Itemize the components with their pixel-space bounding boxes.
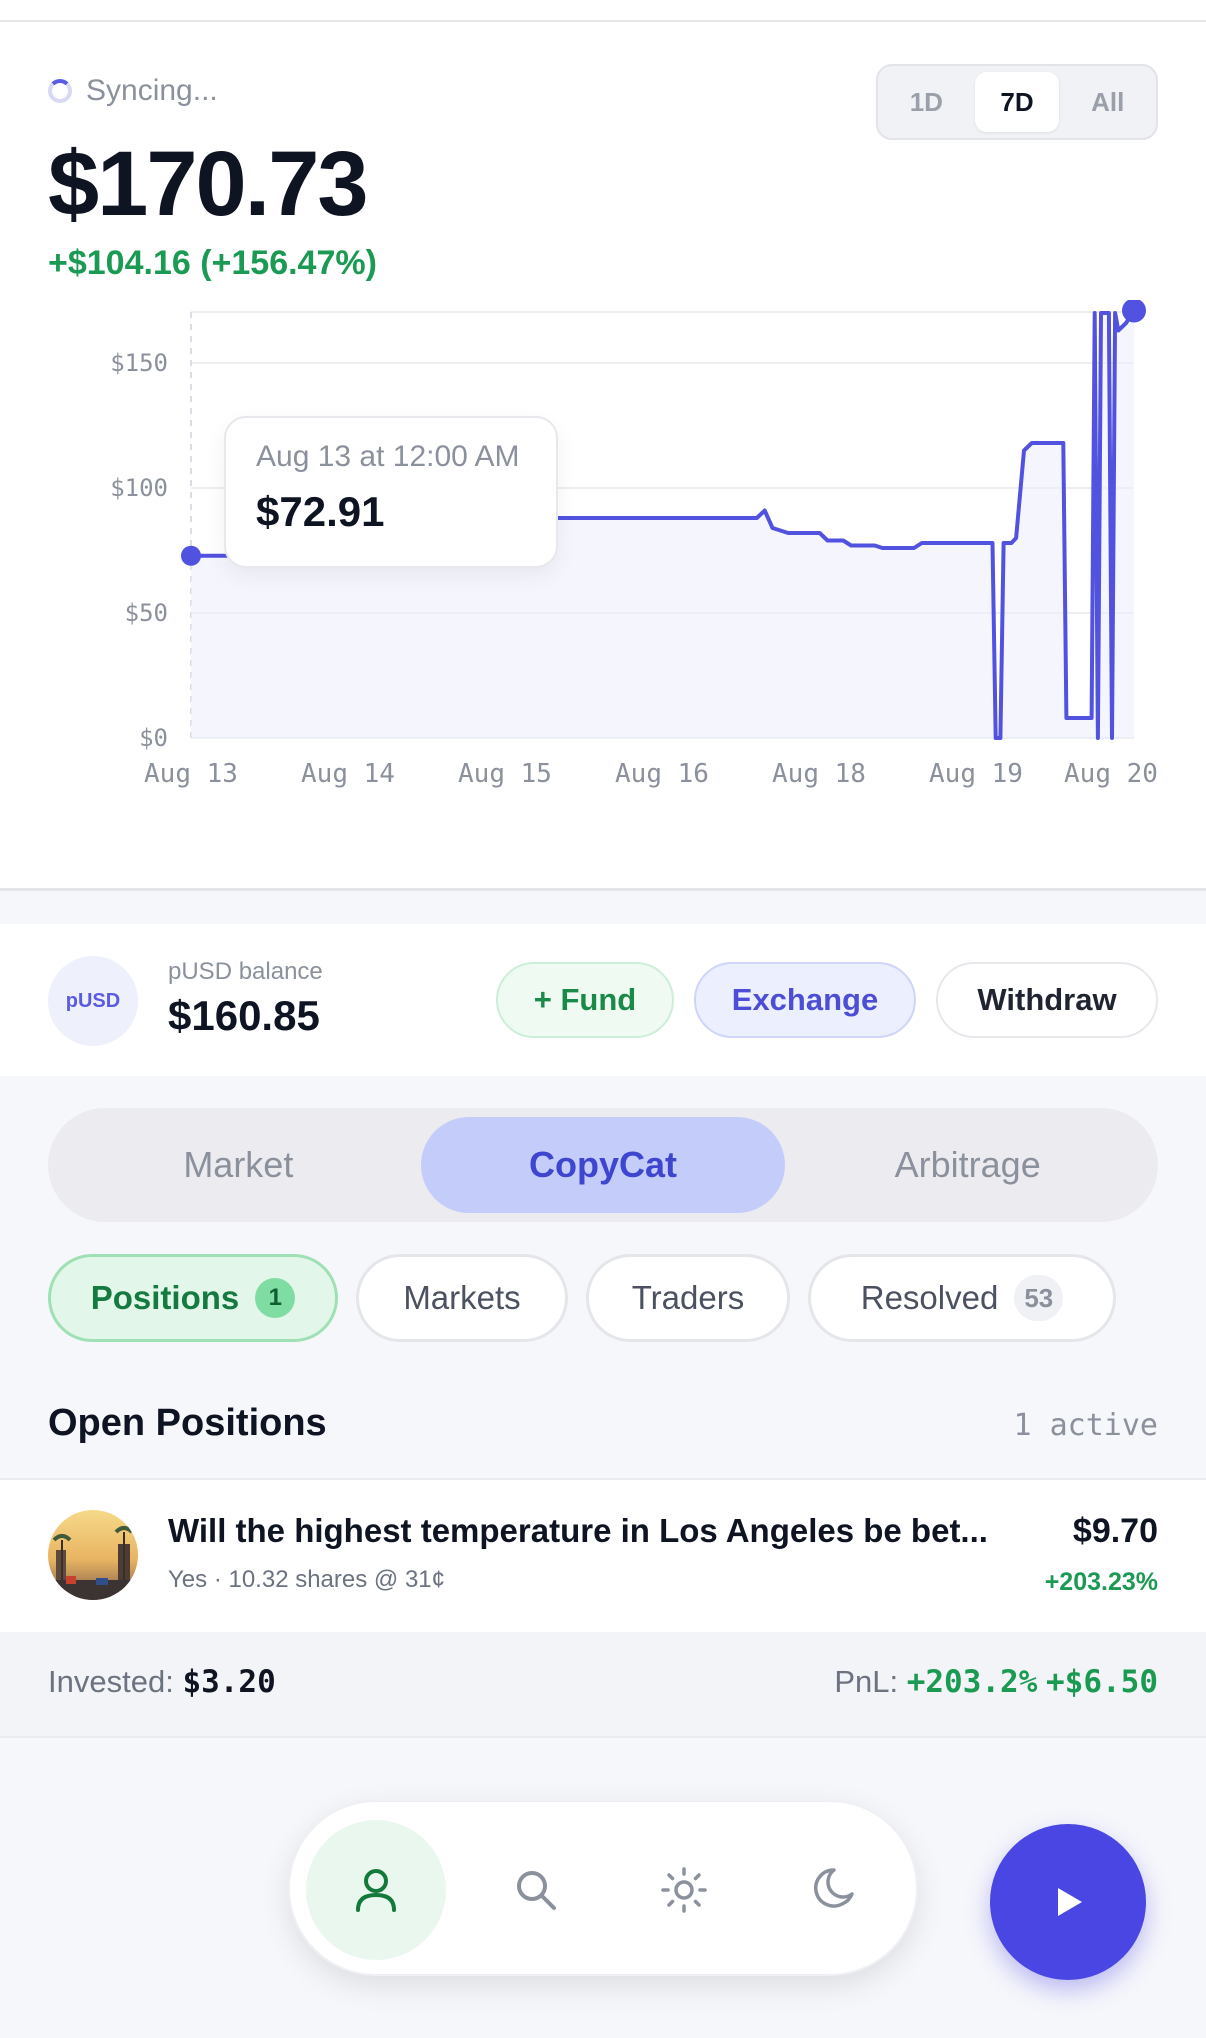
loading-spinner-icon <box>48 79 72 103</box>
portfolio-value: $170.73 <box>48 133 369 235</box>
x-tick-label: Aug 20 <box>1064 759 1158 789</box>
sync-status: Syncing... <box>48 74 218 108</box>
search-icon <box>517 1871 556 1910</box>
y-tick-label: $100 <box>110 474 168 502</box>
portfolio-chart[interactable]: $150$100$50$0 Aug 13 Aug 14 Aug 15 Aug 16 Au… <box>0 300 1206 800</box>
resolved-count-badge: 53 <box>1014 1275 1064 1321</box>
x-tick-label: Aug 18 <box>772 759 866 789</box>
position-title: Will the highest temperature in Los Ange… <box>168 1512 988 1549</box>
range-selector: 1D 7D All <box>876 64 1158 140</box>
mode-market[interactable]: Market <box>56 1117 421 1213</box>
play-button[interactable] <box>990 1824 1146 1980</box>
pusd-coin-icon: pUSD <box>48 956 138 1046</box>
filter-resolved[interactable]: Resolved 53 <box>808 1254 1116 1342</box>
wallet-label: pUSD balance <box>168 958 323 985</box>
pnl-value: +$6.50 <box>1046 1664 1158 1700</box>
y-tick-label: $50 <box>125 599 168 627</box>
top-divider <box>0 0 1206 22</box>
invested-value: $3.20 <box>182 1664 276 1700</box>
section-title: Open Positions <box>48 1402 327 1444</box>
section-count: 1 active <box>1013 1408 1159 1443</box>
nav-light-theme[interactable] <box>614 1820 754 1960</box>
filter-positions-label: Positions <box>90 1279 240 1316</box>
filter-traders[interactable]: Traders <box>586 1254 790 1342</box>
nav-profile[interactable] <box>306 1820 446 1960</box>
nav-search[interactable] <box>466 1820 606 1960</box>
chart-start-point <box>181 545 201 566</box>
x-axis-ticks: Aug 13 Aug 14 Aug 15 Aug 16 Aug 18 Aug 19 Aug … <box>144 759 1158 789</box>
x-tick-label: Aug 14 <box>301 759 395 789</box>
position-subtitle: Yes · 10.32 shares @ 31¢ <box>168 1566 445 1593</box>
tooltip-date: Aug 13 at 12:00 AM <box>256 440 520 473</box>
market-thumbnail <box>48 1510 138 1600</box>
portfolio-change: +$104.16 (+156.47%) <box>48 244 377 282</box>
filter-markets-label: Markets <box>403 1279 521 1316</box>
invested-label: Invested: <box>48 1664 174 1699</box>
chart-tooltip: Aug 13 at 12:00 AM $72.91 <box>224 416 558 568</box>
filter-traders-label: Traders <box>631 1279 745 1316</box>
withdraw-button[interactable]: Withdraw <box>936 962 1158 1038</box>
y-tick-label: $150 <box>110 349 168 377</box>
pnl-summary: PnL: +203.2% +$6.50 <box>834 1664 1158 1700</box>
user-icon <box>356 1869 396 1912</box>
mode-switcher: Market CopyCat Arbitrage <box>48 1108 1158 1222</box>
filter-positions[interactable]: Positions 1 <box>48 1254 338 1342</box>
x-tick-label: Aug 19 <box>929 759 1023 789</box>
range-all[interactable]: All <box>1065 72 1150 132</box>
y-axis-ticks: $150 $100 $50 $0 <box>110 349 168 752</box>
filter-markets[interactable]: Markets <box>356 1254 568 1342</box>
sync-label: Syncing... <box>86 74 218 107</box>
play-icon <box>1058 1888 1082 1916</box>
position-pnl-percent: +203.23% <box>1044 1568 1158 1596</box>
chart-end-point <box>1122 300 1146 323</box>
exchange-button[interactable]: Exchange <box>694 962 916 1038</box>
y-tick-label: $0 <box>139 724 168 752</box>
position-value: $9.70 <box>1072 1512 1158 1550</box>
invested-summary: Invested: $3.20 <box>48 1664 276 1700</box>
fund-button[interactable]: + Fund <box>496 962 674 1038</box>
wallet-balance: $160.85 <box>168 992 320 1039</box>
positions-count-badge: 1 <box>255 1278 296 1318</box>
filter-resolved-label: Resolved <box>860 1279 999 1316</box>
moon-icon <box>814 1868 854 1908</box>
range-7d[interactable]: 7D <box>974 72 1060 132</box>
bottom-nav <box>288 1800 918 1976</box>
position-row[interactable] <box>0 1478 1206 1634</box>
mode-copycat[interactable]: CopyCat <box>420 1117 786 1213</box>
range-1d[interactable]: 1D <box>884 72 969 132</box>
tooltip-value: $72.91 <box>256 488 385 535</box>
nav-dark-theme[interactable] <box>762 1820 902 1960</box>
x-tick-label: Aug 16 <box>615 759 709 789</box>
x-tick-label: Aug 13 <box>144 759 238 789</box>
sun-icon <box>661 1867 707 1913</box>
mode-arbitrage[interactable]: Arbitrage <box>785 1117 1150 1213</box>
pnl-percent: +203.2% <box>906 1664 1038 1700</box>
pnl-label: PnL: <box>834 1664 899 1699</box>
x-tick-label: Aug 15 <box>458 759 552 789</box>
